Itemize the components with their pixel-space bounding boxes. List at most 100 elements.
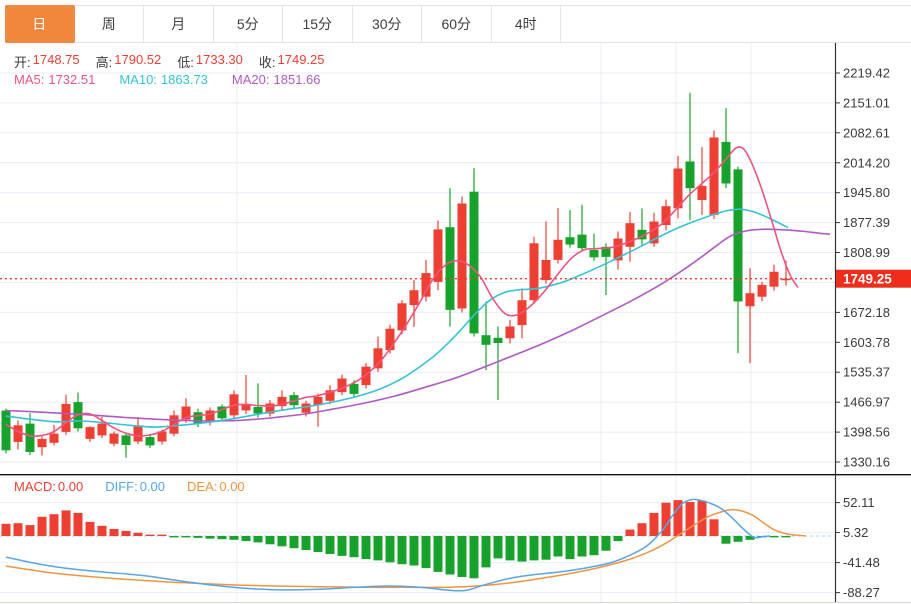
candle-body bbox=[133, 425, 143, 442]
candle-body bbox=[505, 326, 515, 339]
low-readout: 低: 1733.30 bbox=[177, 52, 243, 70]
macd-axis-label: 52.11 bbox=[843, 495, 875, 510]
candles-layer bbox=[1, 92, 791, 458]
candle-body bbox=[493, 337, 503, 343]
macd-bar bbox=[457, 536, 467, 577]
candle-body bbox=[361, 366, 371, 386]
macd-bar bbox=[349, 536, 359, 558]
candle-body bbox=[61, 403, 71, 432]
macd-bar bbox=[373, 536, 383, 561]
macd-axis-label: -88.27 bbox=[843, 585, 880, 600]
current-price-tag: 1749.25 bbox=[836, 269, 911, 288]
tab-60min[interactable]: 60分 bbox=[422, 6, 492, 42]
candle-body bbox=[745, 293, 755, 307]
macd-bar bbox=[421, 536, 431, 569]
candle-body bbox=[193, 412, 203, 424]
macd-bar bbox=[541, 536, 551, 560]
macd-bar bbox=[109, 529, 119, 537]
macd-bar bbox=[277, 536, 287, 547]
macd-bar bbox=[25, 525, 35, 536]
high-readout: 高: 1790.52 bbox=[95, 52, 162, 70]
macd-bar bbox=[361, 536, 371, 560]
period-tab-bar: 日 周 月 5分 15分 30分 60分 4时 bbox=[5, 5, 911, 43]
macd-bar bbox=[253, 536, 263, 543]
candle-body bbox=[565, 237, 575, 245]
macd-bar bbox=[433, 536, 443, 572]
macd-bar bbox=[445, 536, 455, 575]
macd-bar bbox=[121, 530, 131, 536]
candle-body bbox=[97, 423, 107, 436]
price-axis-label: 1672.18 bbox=[843, 305, 890, 320]
price-gridlines bbox=[0, 72, 835, 463]
tab-30min[interactable]: 30分 bbox=[352, 6, 422, 42]
macd-bar bbox=[601, 536, 611, 551]
candle-body bbox=[145, 437, 155, 446]
candle-body bbox=[109, 433, 119, 444]
macd-bar bbox=[565, 536, 575, 560]
price-axis-label: 2082.61 bbox=[843, 125, 890, 140]
candle-body bbox=[697, 186, 707, 200]
price-axis-label: 2151.01 bbox=[843, 95, 890, 110]
macd-bar bbox=[577, 536, 587, 557]
candle-body bbox=[385, 328, 395, 351]
tab-4hour[interactable]: 4时 bbox=[491, 6, 561, 42]
tab-month[interactable]: 月 bbox=[144, 6, 214, 42]
candle-body bbox=[373, 348, 383, 369]
macd-bar bbox=[613, 536, 623, 542]
price-axis-label: 1603.78 bbox=[843, 335, 890, 350]
macd-bar bbox=[265, 536, 275, 545]
macd-bar bbox=[193, 536, 203, 538]
price-axis-label: 1330.16 bbox=[843, 455, 890, 470]
macd-bar bbox=[529, 536, 539, 561]
macd-bar bbox=[49, 514, 59, 536]
candle-body bbox=[445, 227, 455, 310]
ma10-readout: MA10: 1863.73 bbox=[119, 72, 208, 87]
macd-bar bbox=[589, 536, 599, 556]
price-axis-label: 1398.56 bbox=[843, 425, 890, 440]
candle-body bbox=[541, 260, 551, 281]
candle-body bbox=[433, 229, 443, 282]
candle-body bbox=[409, 290, 419, 306]
macd-bar bbox=[61, 510, 71, 536]
macd-bar bbox=[409, 536, 419, 566]
main-candlestick-chart[interactable]: 2219.42 2151.01 2082.61 2014.20 1945.80 1877.… bbox=[0, 43, 911, 474]
macd-legend: MACD: 0.00 DIFF: 0.00 DEA: 0.00 bbox=[14, 479, 245, 494]
macd-bar bbox=[217, 536, 227, 540]
ma10-line bbox=[5, 208, 789, 428]
price-axis-label: 2014.20 bbox=[843, 155, 890, 170]
price-axis-label: 1945.80 bbox=[843, 185, 890, 200]
tab-week[interactable]: 周 bbox=[74, 6, 144, 42]
candle-body bbox=[757, 284, 767, 297]
macd-bar bbox=[169, 536, 179, 538]
macd-readout: MACD: 0.00 bbox=[14, 479, 84, 494]
ma20-line bbox=[5, 228, 831, 422]
macd-bar bbox=[517, 536, 527, 562]
macd-bar bbox=[769, 536, 779, 538]
ma5-readout: MA5: 1732.51 bbox=[14, 72, 96, 87]
svg-text:1749.25: 1749.25 bbox=[843, 272, 892, 287]
candle-body bbox=[553, 239, 563, 260]
candle-body bbox=[529, 243, 539, 301]
tab-15min[interactable]: 15分 bbox=[283, 6, 353, 42]
macd-bar bbox=[313, 536, 323, 552]
macd-bar bbox=[229, 536, 239, 540]
macd-bar bbox=[1, 523, 11, 536]
candle-body bbox=[85, 427, 95, 439]
candle-body bbox=[685, 161, 695, 189]
macd-bar bbox=[385, 536, 395, 563]
open-readout: 开: 1748.75 bbox=[14, 52, 80, 70]
tab-5min[interactable]: 5分 bbox=[213, 6, 283, 42]
macd-axis-label: 5.32 bbox=[843, 525, 868, 540]
macd-bar bbox=[289, 536, 299, 549]
macd-bar bbox=[97, 525, 107, 537]
close-readout: 收: 1749.25 bbox=[258, 52, 325, 70]
macd-bar bbox=[241, 536, 251, 542]
macd-bar bbox=[637, 523, 647, 536]
tab-day[interactable]: 日 bbox=[5, 5, 75, 43]
dea-readout: DEA: 0.00 bbox=[187, 479, 245, 494]
candle-body bbox=[733, 169, 743, 302]
macd-bar bbox=[13, 523, 23, 536]
macd-bar bbox=[709, 519, 719, 536]
macd-bar bbox=[85, 521, 95, 536]
macd-bar bbox=[505, 536, 515, 561]
